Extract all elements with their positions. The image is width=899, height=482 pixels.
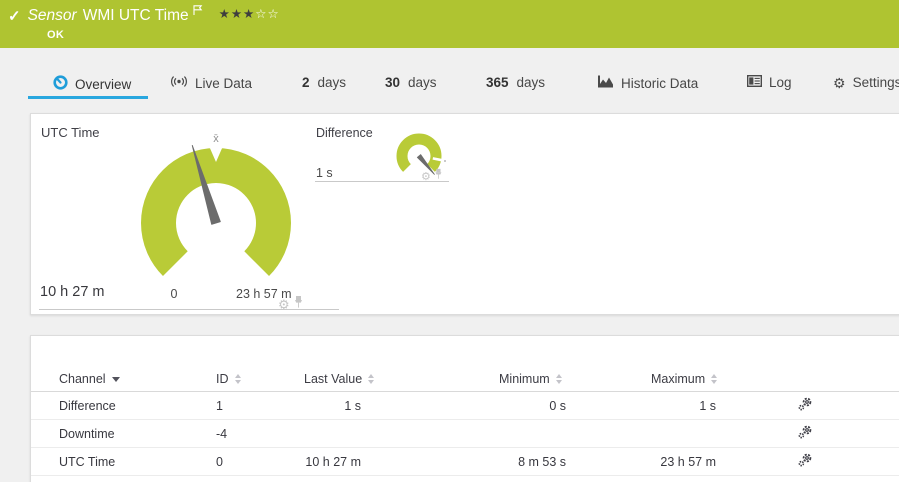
maximum-value: 23 h 57 m <box>660 454 716 469</box>
channel-settings-icon[interactable] <box>798 425 828 442</box>
pin-icon[interactable] <box>294 295 303 313</box>
channel-name: Downtime <box>59 426 115 441</box>
star-empty-icons[interactable]: ☆☆ <box>255 7 279 21</box>
primary-gauge-min-label: 0 <box>170 287 178 301</box>
tab-overview-label: Overview <box>75 76 132 92</box>
sort-icon <box>711 373 718 384</box>
secondary-gauge-controls: ⚙ <box>421 168 442 183</box>
column-header-id-label: ID <box>216 371 229 386</box>
gear-icon[interactable]: ⚙ <box>421 170 431 181</box>
tab-30-days-label: days <box>408 75 437 90</box>
column-header-channel-label: Channel <box>59 371 106 386</box>
tab-2-days-label: days <box>317 75 347 90</box>
column-header-minimum-label: Minimum <box>499 371 550 386</box>
tab-30-days-number: 30 <box>385 75 401 90</box>
channel-id: 1 <box>216 398 223 413</box>
channel-name: Difference <box>59 398 116 413</box>
sort-desc-icon <box>111 377 120 382</box>
average-marker-dot <box>444 160 446 162</box>
sort-icon <box>368 373 375 384</box>
log-icon <box>746 74 763 90</box>
tab-365-days[interactable]: 365 days <box>486 75 545 90</box>
sensor-status-banner: ✓ Sensor WMI UTC Time ★★★☆☆ OK <box>0 0 899 48</box>
tab-live-data[interactable]: Live Data <box>170 75 252 91</box>
primary-gauge-controls: ⚙ <box>278 295 303 313</box>
channel-settings-icon[interactable] <box>798 453 828 470</box>
column-header-channel[interactable]: Channel <box>59 372 216 386</box>
column-header-maximum-label: Maximum <box>651 371 706 386</box>
tab-settings-label: Settings <box>852 75 899 90</box>
column-header-id[interactable]: ID <box>216 372 304 386</box>
primary-gauge: x̄ <box>141 133 291 277</box>
tab-365-days-number: 365 <box>486 75 509 90</box>
tab-live-data-label: Live Data <box>195 75 253 91</box>
table-row: UTC Time 0 10 h 27 m 8 m 53 s 23 h 57 m <box>31 448 899 476</box>
minimum-value: 8 m 53 s <box>518 454 566 469</box>
tab-log[interactable]: Log <box>746 74 792 90</box>
star-filled-icons[interactable]: ★★★ <box>219 7 256 21</box>
channel-id: 0 <box>216 454 223 469</box>
tab-historic-data[interactable]: Historic Data <box>597 75 698 91</box>
channel-table: Channel ID Last Value Minimum Maximum Di… <box>31 366 899 476</box>
pin-icon[interactable] <box>434 168 442 183</box>
tab-settings[interactable]: ⚙ Settings <box>833 75 899 90</box>
tab-overview[interactable]: Overview <box>53 75 131 93</box>
secondary-gauge-title: Difference <box>316 126 373 140</box>
historic-chart-icon <box>597 75 614 91</box>
channel-id: -4 <box>216 426 228 441</box>
overview-gauges-panel: UTC Time x̄ 0 23 h 57 m 10 h 27 m ⚙ Diff… <box>30 113 899 315</box>
live-data-icon <box>170 75 188 91</box>
sort-icon <box>555 373 562 384</box>
primary-gauge-title: UTC Time <box>41 125 100 140</box>
table-row: Downtime -4 <box>31 420 899 448</box>
gear-icon[interactable]: ⚙ <box>278 298 290 311</box>
sensor-kind-label: Sensor <box>27 7 77 24</box>
column-header-maximum[interactable]: Maximum <box>651 371 718 386</box>
channel-settings-icon[interactable] <box>798 397 828 414</box>
channel-table-panel: Channel ID Last Value Minimum Maximum Di… <box>30 335 899 482</box>
flag-icon[interactable] <box>192 3 203 21</box>
maximum-value: 1 s <box>699 398 716 413</box>
priority-stars[interactable]: ★★★☆☆ <box>219 8 280 21</box>
sort-icon <box>234 373 241 384</box>
secondary-gauge-value: 1 s <box>316 166 333 180</box>
table-row: Difference 1 1 s 0 s 1 s <box>31 392 899 420</box>
column-header-last-value-label: Last Value <box>304 371 363 386</box>
settings-gear-icon: ⚙ <box>833 74 846 91</box>
table-header-row: Channel ID Last Value Minimum Maximum <box>31 366 899 392</box>
minimum-value: 0 s <box>549 398 566 413</box>
primary-gauge-value: 10 h 27 m <box>40 284 105 300</box>
active-tab-underline <box>28 96 148 99</box>
status-badge: OK <box>47 29 65 41</box>
column-header-last-value[interactable]: Last Value <box>304 371 375 386</box>
sensor-title: WMI UTC Time <box>82 7 189 24</box>
gauge-icon <box>53 75 68 93</box>
tab-bar: Overview Live Data 2 days 30 days 365 da… <box>0 48 899 112</box>
status-check-icon: ✓ <box>8 7 21 25</box>
last-value: 1 s <box>344 398 361 413</box>
channel-name: UTC Time <box>59 454 116 469</box>
tab-historic-data-label: Historic Data <box>621 75 699 91</box>
tab-365-days-label: days <box>516 75 546 90</box>
tab-2-days-number: 2 <box>302 75 310 90</box>
tab-log-label: Log <box>769 75 792 90</box>
average-marker: x̄ <box>213 133 219 145</box>
last-value: 10 h 27 m <box>305 454 361 469</box>
tab-30-days[interactable]: 30 days <box>385 75 437 90</box>
column-header-minimum[interactable]: Minimum <box>499 372 566 386</box>
tab-2-days[interactable]: 2 days <box>302 75 346 90</box>
